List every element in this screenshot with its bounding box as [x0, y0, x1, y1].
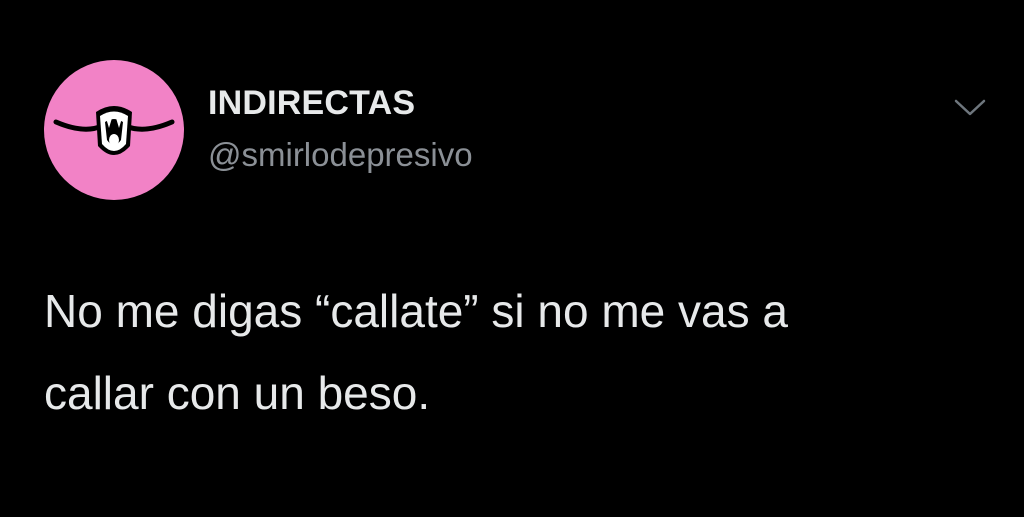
author-display-name[interactable]: INDIRECTAS: [208, 86, 415, 120]
tweet-text: No me digas “callate” si no me vas a cal…: [44, 270, 974, 434]
avatar[interactable]: [44, 60, 184, 200]
author-handle[interactable]: @smirlodepresivo: [208, 138, 473, 171]
tweet-text-line: callar con un beso.: [44, 367, 431, 419]
tweet-text-line: No me digas “callate” si no me vas a: [44, 285, 788, 337]
tweet-card: INDIRECTAS @smirlodepresivo No me digas …: [0, 0, 1024, 517]
chevron-down-icon[interactable]: [950, 92, 990, 122]
avatar-logo-icon: [53, 106, 175, 155]
